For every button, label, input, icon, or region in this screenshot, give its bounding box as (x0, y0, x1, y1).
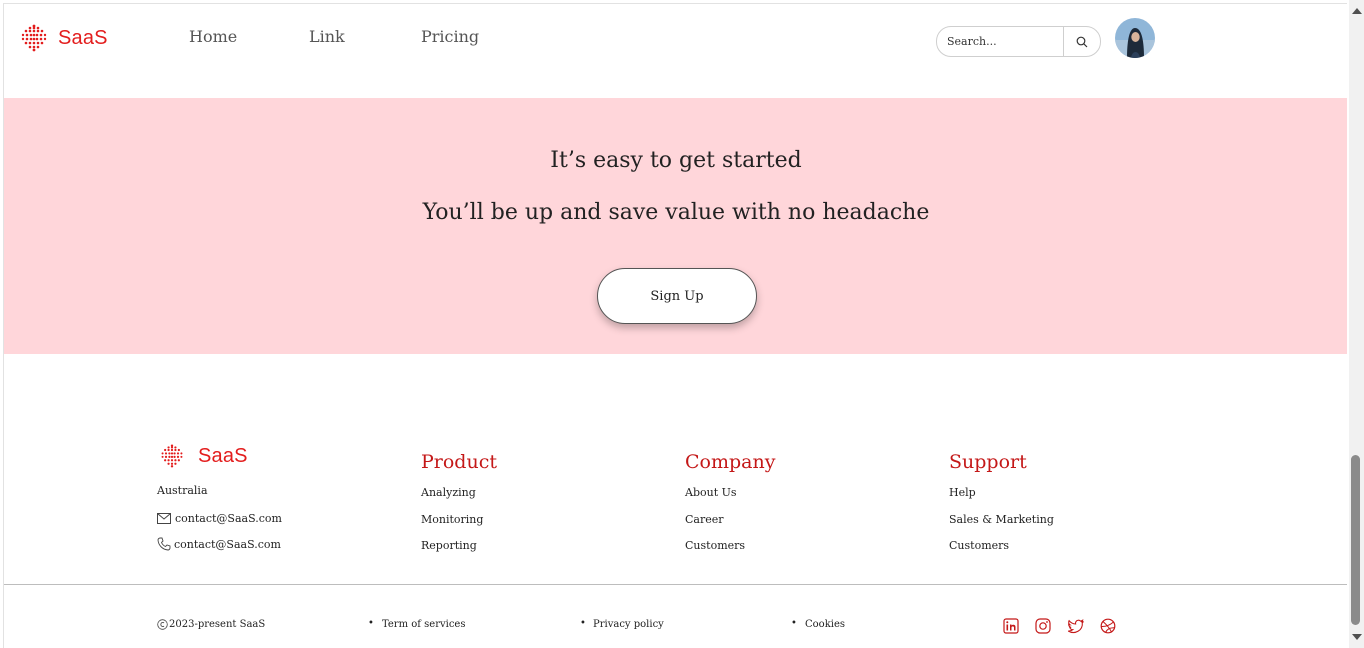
dribbble-icon[interactable] (1099, 617, 1117, 635)
logo-icon (161, 444, 183, 468)
avatar-image (1115, 18, 1155, 58)
cta-banner: It’s easy to get started You’ll be up an… (4, 98, 1347, 354)
footer-link-about-us[interactable]: About Us (685, 486, 737, 499)
copyright: 2023-present SaaS (157, 619, 265, 630)
search-button[interactable] (1063, 27, 1100, 56)
footer-link-reporting[interactable]: Reporting (421, 539, 477, 552)
footer-heading-support: Support (949, 451, 1027, 473)
sign-up-button[interactable]: Sign Up (597, 268, 757, 324)
footer-heading-company: Company (685, 451, 776, 473)
link-terms[interactable]: Term of services (382, 619, 465, 630)
banner-subtitle: You’ll be up and save value with no head… (422, 200, 930, 225)
search-input[interactable] (937, 27, 1063, 56)
footer-link-sales-marketing[interactable]: Sales & Marketing (949, 513, 1054, 526)
footer-link-support-customers[interactable]: Customers (949, 539, 1009, 552)
footer-link-customers[interactable]: Customers (685, 539, 745, 552)
bullet: • (580, 618, 586, 629)
scrollbar-thumb[interactable] (1351, 455, 1360, 625)
linkedin-icon[interactable] (1002, 617, 1020, 635)
brand-logo[interactable]: SaaS (20, 24, 108, 52)
footer-email-text: contact@SaaS.com (175, 512, 282, 525)
footer-location: Australia (157, 484, 208, 497)
nav-link[interactable]: Link (309, 27, 345, 46)
copyright-icon (157, 619, 168, 630)
search-icon (1076, 36, 1088, 47)
phone-icon (157, 537, 171, 551)
scroll-up-arrow-icon[interactable] (1352, 8, 1362, 14)
footer-divider (4, 584, 1347, 585)
link-privacy[interactable]: Privacy policy (593, 619, 664, 630)
bullet: • (368, 618, 374, 629)
vertical-scrollbar[interactable] (1349, 0, 1364, 648)
search-bar (936, 26, 1101, 57)
copyright-text: 2023-present SaaS (169, 619, 266, 630)
banner-title: It’s easy to get started (550, 148, 802, 173)
footer-link-help[interactable]: Help (949, 486, 976, 499)
link-cookies[interactable]: Cookies (805, 619, 845, 630)
twitter-icon[interactable] (1067, 617, 1085, 635)
nav-pricing[interactable]: Pricing (421, 27, 479, 46)
footer-email[interactable]: contact@SaaS.com (157, 512, 282, 525)
footer-heading-product: Product (421, 451, 497, 473)
footer-link-career[interactable]: Career (685, 513, 724, 526)
header: SaaS Home Link Pricing (4, 4, 1347, 98)
avatar[interactable] (1115, 18, 1155, 58)
instagram-icon[interactable] (1034, 617, 1052, 635)
footer-link-analyzing[interactable]: Analyzing (421, 486, 476, 499)
logo-icon (21, 24, 47, 52)
footer-link-monitoring[interactable]: Monitoring (421, 513, 483, 526)
footer-phone-text: contact@SaaS.com (174, 537, 281, 551)
mail-icon (157, 513, 171, 524)
nav-home[interactable]: Home (189, 27, 237, 46)
footer-phone[interactable]: contact@SaaS.com (157, 537, 281, 551)
brand-name: SaaS (58, 26, 108, 49)
footer-brand-name: SaaS (198, 444, 248, 467)
page: SaaS Home Link Pricing It’ (3, 3, 1347, 648)
footer-brand-logo[interactable]: SaaS (160, 444, 248, 468)
bullet: • (791, 618, 797, 629)
scroll-down-arrow-icon[interactable] (1352, 634, 1362, 640)
